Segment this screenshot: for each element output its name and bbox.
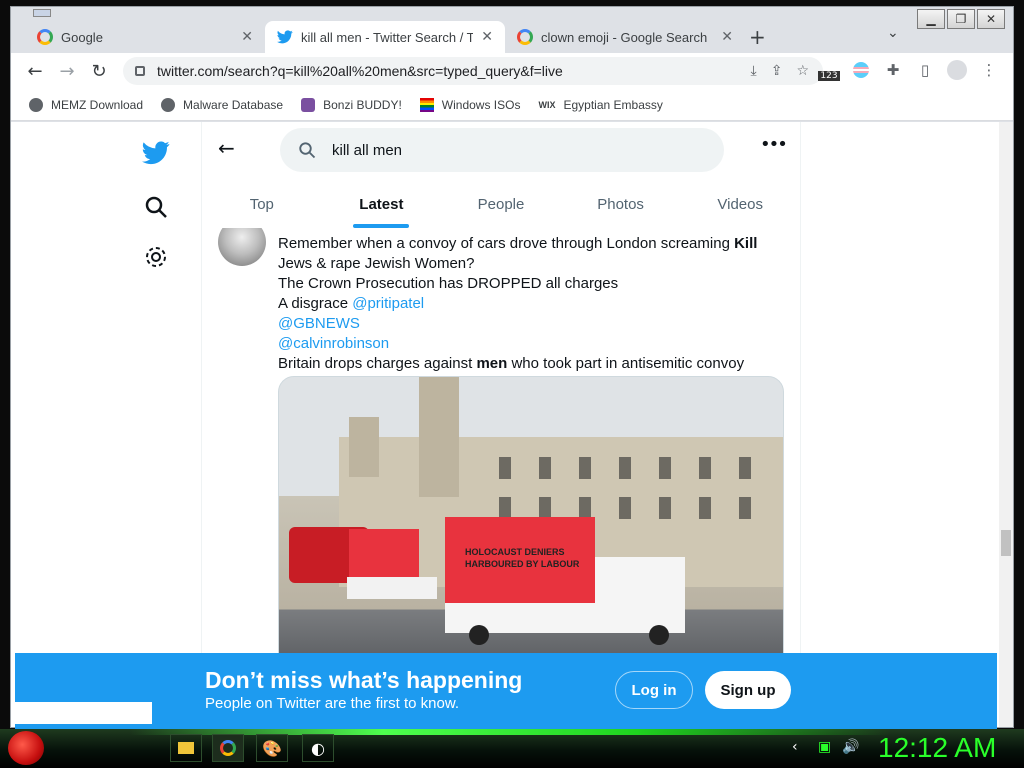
tab-twitter-search[interactable]: kill all men - Twitter Search / Twitt ✕ [265, 21, 505, 53]
more-options-icon[interactable]: ••• [760, 134, 788, 155]
back-button[interactable]: ← [19, 61, 51, 82]
close-window-button[interactable]: ✕ [977, 9, 1005, 29]
search-query-text: kill all men [332, 141, 403, 159]
signup-banner: Don’t miss what’s happening People on Tw… [15, 653, 997, 729]
twitter-icon [277, 30, 293, 44]
paint-icon[interactable]: 🎨 [256, 734, 288, 762]
bookmark-egyptian-embassy[interactable]: WIX Egyptian Embassy [538, 98, 662, 112]
wix-icon: WIX [538, 99, 556, 110]
side-panel-icon[interactable]: ▯ [913, 57, 937, 83]
van-text: HARBOURED BY LABOUR [465, 559, 580, 569]
twitter-logo-icon[interactable] [141, 138, 171, 168]
address-bar[interactable]: twitter.com/search?q=kill%20all%20men&sr… [123, 57, 823, 85]
close-tab-icon[interactable]: ✕ [241, 29, 253, 45]
page-scrollbar[interactable] [999, 122, 1013, 727]
banner-title: Don’t miss what’s happening [205, 667, 523, 693]
tray-chevron-icon[interactable]: ‹ [792, 739, 798, 755]
tab-title: kill all men - Twitter Search / Twitt [301, 29, 474, 45]
browser-window: ▁ ❐ ✕ Google ✕ kill all men - Twitter Se… [10, 6, 1014, 729]
puzzle-extensions-icon[interactable]: ✚ [881, 57, 905, 83]
windows-icon [419, 97, 434, 112]
bookmark-malware-database[interactable]: Malware Database [161, 97, 283, 112]
search-icon [299, 142, 316, 159]
tab-title: clown emoji - Google Search [541, 29, 708, 45]
main-column: ← kill all men ••• Top Latest People Pho… [201, 122, 801, 727]
tab-top[interactable]: Top [202, 180, 322, 228]
tab-videos[interactable]: Videos [680, 180, 800, 228]
close-tab-icon[interactable]: ✕ [481, 29, 493, 45]
install-icon[interactable]: ⤓ [751, 63, 757, 79]
battery-icon[interactable]: ▣ [818, 739, 831, 755]
close-tab-icon[interactable]: ✕ [721, 29, 733, 45]
tweet-media-image[interactable]: HOLOCAUST DENIERS HARBOURED BY LABOUR [278, 376, 784, 676]
url-text: twitter.com/search?q=kill%20all%20men&sr… [157, 63, 563, 79]
reload-button[interactable]: ↻ [83, 61, 115, 82]
tab-search-button[interactable]: ⌄ [887, 25, 899, 41]
bookmark-bonzi[interactable]: Bonzi BUDDY! [301, 97, 402, 112]
tab-strip: ▁ ❐ ✕ Google ✕ kill all men - Twitter Se… [11, 7, 1013, 53]
signup-button[interactable]: Sign up [705, 671, 791, 709]
google-icon [37, 29, 53, 45]
overlay-panel [12, 702, 152, 724]
window-thumbnail [33, 9, 51, 17]
tab-latest[interactable]: Latest [322, 180, 442, 228]
app-icon[interactable]: ◐ [302, 734, 334, 762]
menu-kebab-icon[interactable]: ⋮ [977, 57, 1001, 83]
forward-button[interactable]: → [51, 61, 83, 82]
search-tabs: Top Latest People Photos Videos [202, 180, 800, 228]
tweet-text: Remember when a convoy of cars drove thr… [278, 234, 788, 374]
new-tab-button[interactable]: + [749, 25, 766, 49]
lock-icon [135, 66, 145, 76]
window-controls: ▁ ❐ ✕ [917, 9, 1005, 29]
bookmarks-bar: MEMZ Download Malware Database Bonzi BUD… [11, 89, 1013, 121]
tab-google[interactable]: Google ✕ [25, 21, 266, 53]
globe-icon [161, 97, 176, 112]
search-header: ← kill all men ••• Top Latest People Pho… [202, 122, 800, 228]
search-input[interactable]: kill all men [280, 128, 724, 172]
tab-clown-emoji[interactable]: clown emoji - Google Search ✕ [505, 21, 745, 53]
globe-icon [29, 97, 43, 112]
mention-link[interactable]: @pritipatel [352, 295, 424, 312]
settings-gear-icon[interactable] [141, 242, 171, 272]
extension-badge-icon[interactable]: 123 [817, 57, 841, 83]
mention-link[interactable]: @GBNEWS [278, 314, 788, 334]
maximize-button[interactable]: ❐ [947, 9, 975, 29]
explore-search-icon[interactable] [141, 192, 171, 222]
mention-link[interactable]: @calvinrobinson [278, 334, 788, 354]
van-text: HOLOCAUST DENIERS [465, 547, 565, 557]
google-icon [517, 29, 533, 45]
browser-toolbar: ← → ↻ twitter.com/search?q=kill%20all%20… [11, 53, 1013, 89]
banner-subtitle: People on Twitter are the first to know. [205, 695, 460, 712]
start-button-angry-bird-icon[interactable] [8, 731, 44, 765]
bookmark-windows-isos[interactable]: Windows ISOs [419, 97, 520, 112]
bonzi-icon [301, 97, 316, 112]
bookmark-star-icon[interactable]: ☆ [796, 63, 809, 79]
taskbar: 🎨 ◐ ‹ ▣ 🔊 12:12 AM [0, 729, 1024, 768]
profile-avatar-icon[interactable] [945, 57, 969, 83]
folder-icon[interactable] [170, 734, 202, 762]
tab-people[interactable]: People [441, 180, 561, 228]
share-icon[interactable]: ⇪ [771, 63, 783, 79]
chrome-icon[interactable] [212, 734, 244, 762]
back-arrow-icon[interactable]: ← [218, 136, 235, 160]
clock[interactable]: 12:12 AM [878, 732, 996, 764]
tab-title: Google [61, 29, 103, 45]
volume-icon[interactable]: 🔊 [842, 739, 859, 755]
minimize-button[interactable]: ▁ [917, 9, 945, 29]
twitter-page: ← kill all men ••• Top Latest People Pho… [11, 122, 999, 727]
login-button[interactable]: Log in [615, 671, 693, 709]
bookmark-memz[interactable]: MEMZ Download [29, 97, 143, 112]
flag-extension-icon[interactable] [849, 57, 873, 83]
scroll-thumb[interactable] [1001, 530, 1011, 556]
tab-photos[interactable]: Photos [561, 180, 681, 228]
